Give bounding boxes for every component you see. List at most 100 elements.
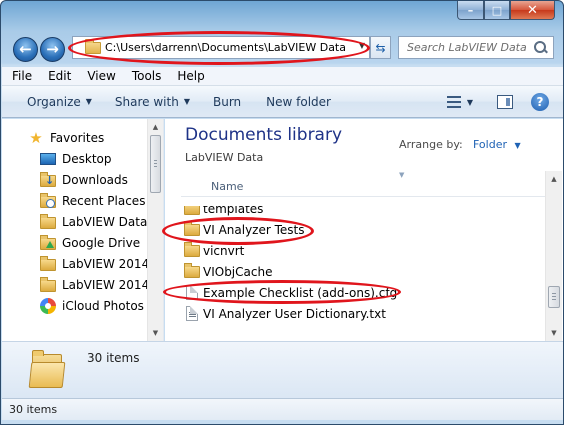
- recent-places-icon: [40, 192, 56, 208]
- organize-button[interactable]: Organize ▼: [20, 95, 99, 109]
- file-name: Example Checklist (add-ons).cfg: [203, 285, 398, 300]
- sidebar-item-label: iCloud Photos: [62, 298, 144, 313]
- sidebar-item-label: LabVIEW Data: [62, 214, 148, 229]
- sidebar-item-icloud-photos[interactable]: iCloud Photos: [40, 295, 144, 316]
- burn-button[interactable]: Burn: [206, 95, 248, 109]
- new-folder-button[interactable]: New folder: [259, 95, 338, 109]
- refresh-button[interactable]: ⇆: [370, 36, 391, 59]
- folder-icon: [40, 213, 56, 229]
- sort-indicator-icon: ▼: [399, 171, 405, 179]
- menu-edit[interactable]: Edit: [40, 69, 79, 83]
- file-name: VIObjCache: [203, 264, 273, 279]
- library-title: Documents library: [185, 125, 343, 145]
- refresh-icon: ⇆: [375, 40, 386, 55]
- favorites-header[interactable]: ★ Favorites: [28, 127, 104, 148]
- desktop-icon: [40, 153, 56, 165]
- list-item[interactable]: templates: [184, 201, 264, 219]
- caption-buttons: – □ ✕: [457, 1, 555, 21]
- address-dropdown-icon[interactable]: ▼: [359, 41, 365, 50]
- list-item[interactable]: vicnvrt: [184, 240, 244, 261]
- scroll-up-icon[interactable]: ▲: [546, 171, 562, 187]
- sidebar-item-label: LabVIEW 2014 (64: [62, 277, 148, 292]
- chevron-down-icon: ▼: [514, 141, 521, 150]
- view-options-dropdown[interactable]: ▼: [467, 98, 473, 107]
- star-icon: ★: [29, 128, 43, 147]
- folder-icon: [40, 276, 56, 292]
- back-button[interactable]: ←: [13, 37, 38, 62]
- navpane-scrollbar[interactable]: ▲ ▼: [147, 119, 163, 341]
- menu-help[interactable]: Help: [169, 69, 212, 83]
- sidebar-item-labview-2014[interactable]: LabVIEW 2014: [40, 253, 149, 274]
- folder-icon: [184, 206, 200, 215]
- address-bar[interactable]: C:\Users\darrenn\Documents\LabVIEW Data …: [72, 36, 370, 59]
- favorites-label: Favorites: [50, 130, 105, 145]
- file-icon: [186, 285, 198, 300]
- menu-file[interactable]: File: [4, 69, 40, 83]
- sidebar-item-recent-places[interactable]: Recent Places: [40, 190, 145, 211]
- list-item[interactable]: VIObjCache: [184, 261, 272, 282]
- sidebar-item-labview-2014-64[interactable]: LabVIEW 2014 (64: [40, 274, 148, 295]
- list-item[interactable]: Example Checklist (add-ons).cfg: [184, 282, 397, 303]
- details-item-count: 30 items: [87, 351, 140, 365]
- file-name: vicnvrt: [203, 243, 245, 258]
- file-name: templates: [203, 201, 264, 216]
- scroll-thumb[interactable]: [548, 286, 560, 308]
- scroll-down-icon[interactable]: ▼: [148, 325, 163, 341]
- chevron-down-icon: ▼: [85, 97, 92, 106]
- column-header-name[interactable]: Name: [211, 180, 243, 193]
- navigation-pane: ★ Favorites Desktop Downloads Recent Pla…: [2, 119, 164, 341]
- folder-icon: [40, 255, 56, 271]
- chevron-down-icon: ▼: [183, 97, 190, 106]
- menu-tools[interactable]: Tools: [124, 69, 170, 83]
- folder-icon: [184, 241, 200, 257]
- file-list-pane: Documents library LabVIEW Data Arrange b…: [162, 119, 563, 341]
- close-button[interactable]: ✕: [510, 1, 555, 20]
- sidebar-item-desktop[interactable]: Desktop: [40, 148, 112, 169]
- status-bar: 30 items: [2, 398, 563, 420]
- change-view-icon[interactable]: [446, 95, 463, 109]
- minimize-button[interactable]: –: [457, 1, 484, 20]
- preview-pane-icon[interactable]: [497, 95, 513, 109]
- search-box[interactable]: Search LabVIEW Data: [398, 36, 554, 59]
- share-with-button[interactable]: Share with ▼: [108, 95, 197, 109]
- menu-view[interactable]: View: [79, 69, 123, 83]
- filelist-scrollbar[interactable]: ▲ ▼: [545, 171, 562, 341]
- share-with-label: Share with: [114, 94, 179, 109]
- icloud-photos-icon: [40, 297, 56, 314]
- new-folder-label: New folder: [266, 94, 331, 109]
- library-subtitle: LabVIEW Data: [185, 151, 264, 164]
- list-item[interactable]: VI Analyzer User Dictionary.txt: [184, 303, 386, 324]
- search-icon[interactable]: [533, 40, 549, 56]
- sidebar-item-label: Desktop: [62, 151, 112, 166]
- large-folder-icon: [28, 348, 66, 390]
- status-item-count: 30 items: [9, 403, 58, 416]
- address-path[interactable]: C:\Users\darrenn\Documents\LabVIEW Data: [105, 41, 346, 54]
- forward-button[interactable]: →: [40, 37, 65, 62]
- scroll-thumb[interactable]: [150, 135, 161, 193]
- scroll-down-icon[interactable]: ▼: [546, 325, 562, 341]
- sidebar-item-google-drive[interactable]: Google Drive: [40, 232, 140, 253]
- sidebar-item-label: Downloads: [62, 172, 128, 187]
- list-item[interactable]: VI Analyzer Tests: [184, 219, 304, 240]
- menu-bar: File Edit View Tools Help: [2, 67, 563, 86]
- sidebar-item-downloads[interactable]: Downloads: [40, 169, 128, 190]
- arrange-by-dropdown[interactable]: Folder ▼: [473, 138, 521, 151]
- details-pane: 30 items: [2, 341, 563, 398]
- sidebar-item-label: LabVIEW 2014: [62, 256, 150, 271]
- folder-icon: [184, 220, 200, 236]
- command-bar: Organize ▼ Share with ▼ Burn New folder …: [2, 86, 563, 118]
- view-controls: ▼ ?: [446, 93, 549, 111]
- search-input[interactable]: Search LabVIEW Data: [399, 41, 533, 54]
- header-divider: [181, 196, 545, 197]
- google-drive-icon: [40, 234, 56, 250]
- maximize-button[interactable]: □: [484, 1, 510, 20]
- help-icon[interactable]: ?: [531, 93, 549, 111]
- file-name: VI Analyzer User Dictionary.txt: [203, 306, 386, 321]
- file-name: VI Analyzer Tests: [203, 222, 305, 237]
- organize-label: Organize: [27, 94, 81, 109]
- explorer-window: – □ ✕ ← → C:\Users\darrenn\Documents\Lab…: [0, 0, 564, 425]
- sidebar-item-labview-data[interactable]: LabVIEW Data: [40, 211, 147, 232]
- forward-arrow-icon: →: [46, 40, 59, 58]
- burn-label: Burn: [212, 94, 242, 109]
- scroll-up-icon[interactable]: ▲: [148, 119, 163, 135]
